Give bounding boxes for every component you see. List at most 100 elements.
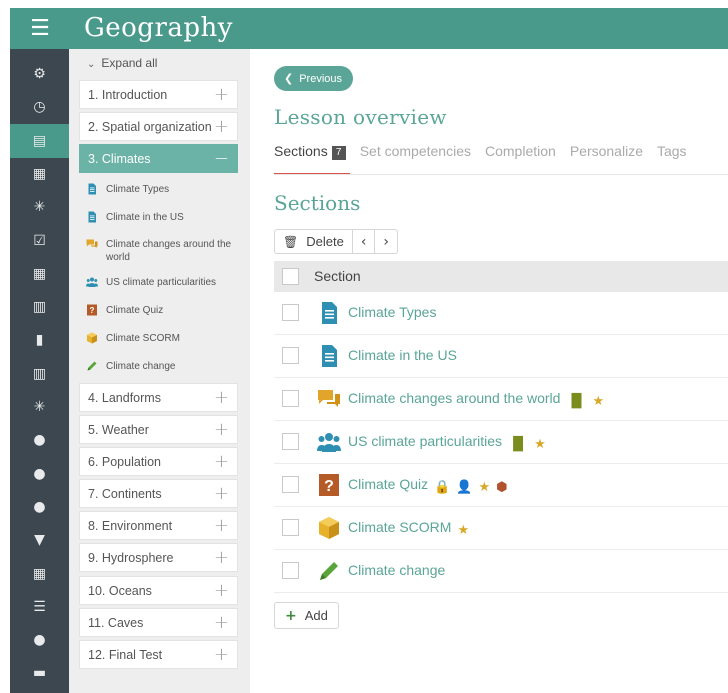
chapter-item[interactable]: 4. Landforms + — [79, 383, 238, 412]
section-link[interactable]: Climate change — [348, 562, 445, 578]
rail-trophy-icon[interactable]: ▼ — [10, 523, 69, 557]
expand-icon[interactable]: + — [214, 644, 229, 665]
add-section-button[interactable]: + Add — [274, 602, 339, 629]
rail-grid-icon[interactable]: ▦ — [10, 557, 69, 591]
pencil-icon — [86, 360, 98, 372]
delete-button[interactable]: 🗑 Delete — [274, 229, 353, 254]
tab-label: Set competencies — [359, 143, 471, 159]
row-checkbox[interactable] — [282, 476, 299, 493]
rail-book-icon[interactable]: ▤ — [10, 123, 69, 158]
move-left-button[interactable]: ‹ — [352, 229, 376, 254]
outline-sub-item-label: Climate Types — [106, 184, 170, 195]
chapter-item[interactable]: 8. Environment + — [79, 511, 238, 540]
tab-sections[interactable]: Sections 7 — [274, 143, 350, 175]
rail-checkbox-icon[interactable]: ☑ — [10, 224, 69, 258]
section-link[interactable]: Climate Quiz 🔒 👤 ★ ⬢ — [348, 476, 514, 495]
section-link[interactable]: Climate changes around the world ▐▌ ★ — [348, 390, 610, 409]
table-row: Climate Types — [274, 292, 728, 335]
user-icon: 👤 — [456, 480, 473, 495]
section-link-text: Climate SCORM — [348, 519, 452, 535]
svg-text:?: ? — [324, 478, 334, 495]
chapter-item[interactable]: 6. Population + — [79, 447, 238, 476]
chapter-label: 3. Climates — [88, 152, 151, 166]
chapter-item[interactable]: 5. Weather + — [79, 415, 238, 444]
expand-icon[interactable]: + — [214, 612, 229, 633]
rail-user-icon[interactable]: ● — [10, 423, 69, 457]
tab-label: Personalize — [569, 143, 643, 159]
column-header-section: Section — [314, 268, 361, 284]
section-link[interactable]: US climate particularities ▐▌ ★ — [348, 433, 552, 452]
stats-icon: ▐▌ — [508, 437, 529, 452]
section-link[interactable]: Climate in the US — [348, 347, 457, 363]
chapter-item[interactable]: 10. Oceans + — [79, 576, 238, 605]
discussion-icon — [86, 238, 98, 250]
course-outline: ⌄ Expand all 1. Introduction + 2. Spatial o… — [69, 49, 250, 693]
chapter-item[interactable]: 3. Climates − — [79, 144, 238, 173]
chapter-item[interactable]: 11. Caves + — [79, 608, 238, 637]
chevron-left-icon: ❮ — [284, 72, 294, 85]
row-checkbox[interactable] — [282, 562, 299, 579]
main-content: ❮ Previous Lesson overview Sections 7 Set … — [250, 49, 728, 693]
select-all-checkbox[interactable] — [282, 268, 299, 285]
previous-button[interactable]: ❮ Previous — [274, 66, 353, 91]
document-icon — [86, 211, 98, 223]
chapter-item[interactable]: 2. Spatial organization + — [79, 112, 238, 141]
rail-asterisk-icon[interactable]: ✳ — [10, 190, 69, 224]
row-checkbox[interactable] — [282, 304, 299, 321]
rail-list-icon[interactable]: ☰ — [10, 590, 69, 624]
section-status-icons: ★ — [457, 521, 475, 538]
tab-completion[interactable]: Completion — [485, 143, 556, 173]
rail-users-icon[interactable]: ● — [10, 490, 69, 524]
row-checkbox[interactable] — [282, 390, 299, 407]
quiz-icon: ? — [86, 304, 98, 316]
trash-icon: 🗑 — [283, 234, 299, 249]
chapter-item[interactable]: 7. Continents + — [79, 479, 238, 508]
rail-user-icon[interactable]: ● — [10, 457, 69, 491]
outline-sub-item-label: Climate in the US — [106, 212, 184, 223]
rail-group-icon[interactable]: ● — [10, 623, 69, 657]
expand-icon[interactable]: + — [214, 419, 229, 440]
row-checkbox[interactable] — [282, 433, 299, 450]
app-header: ☰ Geography — [10, 8, 728, 49]
tab-tags[interactable]: Tags — [657, 143, 687, 173]
expand-icon[interactable]: + — [214, 483, 229, 504]
tab-label: Sections — [274, 143, 328, 159]
expand-icon[interactable]: + — [214, 515, 229, 536]
rail-columns-icon[interactable]: ▥ — [10, 357, 69, 391]
expand-icon[interactable]: + — [214, 580, 229, 601]
table-row: US climate particularities ▐▌ ★ — [274, 421, 728, 464]
rail-asterisk-icon[interactable]: ✳ — [10, 390, 69, 424]
section-link[interactable]: Climate Types — [348, 304, 436, 320]
expand-icon[interactable]: + — [214, 547, 229, 568]
rail-calendar-icon[interactable]: ▦ — [10, 157, 69, 191]
expand-all-button[interactable]: ⌄ Expand all — [87, 56, 157, 70]
collapse-icon[interactable]: − — [214, 148, 229, 169]
rail-clock-icon[interactable]: ◷ — [10, 90, 69, 124]
shield-icon: ⬢ — [496, 480, 508, 495]
row-checkbox[interactable] — [282, 519, 299, 536]
row-checkbox[interactable] — [282, 347, 299, 364]
chapter-item[interactable]: 9. Hydrosphere + — [79, 543, 238, 572]
rail-bar-chart-icon[interactable]: ▮ — [10, 323, 69, 357]
section-link[interactable]: Climate SCORM ★ — [348, 519, 475, 538]
expand-icon[interactable]: + — [214, 116, 229, 137]
expand-icon[interactable]: + — [214, 387, 229, 408]
star-icon: ★ — [457, 523, 470, 538]
chapter-item[interactable]: 1. Introduction + — [79, 80, 238, 109]
tab-set-competencies[interactable]: Set competencies — [360, 143, 471, 173]
expand-icon[interactable]: + — [214, 84, 229, 105]
rail-chat-icon[interactable]: ▬ — [10, 656, 69, 690]
expand-icon[interactable]: + — [214, 451, 229, 472]
hamburger-icon[interactable]: ☰ — [10, 8, 70, 49]
plus-icon: + — [285, 607, 297, 624]
chapter-item[interactable]: 12. Final Test + — [79, 640, 238, 669]
rail-table-icon[interactable]: ▥ — [10, 290, 69, 324]
tab-personalize[interactable]: Personalize — [570, 143, 643, 173]
chapter-label: 5. Weather — [88, 423, 149, 437]
sections-table: Section Climate Types Climate in the US Cl… — [274, 261, 728, 593]
rail-grid-icon[interactable]: ▦ — [10, 257, 69, 291]
move-right-button[interactable]: › — [375, 229, 399, 254]
rail-gear-icon[interactable]: ⚙ — [10, 57, 69, 91]
chapter-label: 6. Population — [88, 455, 161, 469]
chapter-label: 8. Environment — [88, 519, 173, 533]
